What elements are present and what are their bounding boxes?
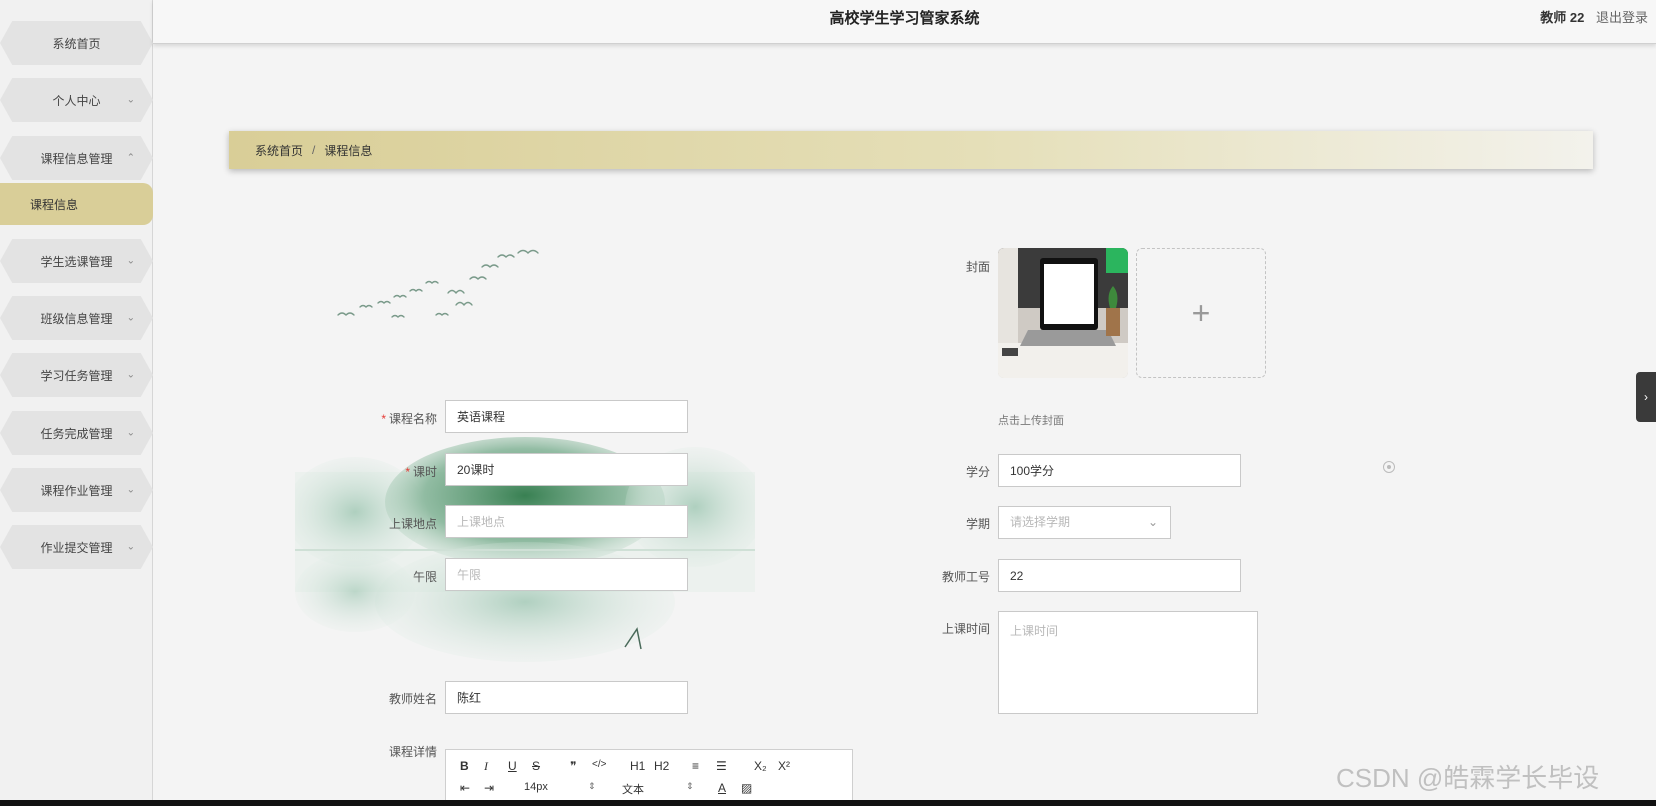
class-time-label: 上课时间 — [941, 622, 990, 636]
sidebar-item-label: 学习任务管理 — [40, 368, 113, 383]
header-style-select[interactable]: 文本 — [622, 781, 644, 797]
course-detail-label: 课程详情 — [388, 745, 437, 759]
outdent-icon[interactable]: ⇤ — [460, 781, 470, 795]
sidebar-item-label: 个人中心 — [52, 93, 101, 108]
user-area: 教师 22 退出登录 — [1540, 0, 1648, 36]
breadcrumb-current: 课程信息 — [324, 143, 373, 158]
chevron-down-icon: ⌄ — [126, 427, 135, 439]
limit-label: 午限 — [412, 570, 437, 584]
subscript-button[interactable]: X₂ — [754, 759, 767, 773]
h2-button[interactable]: H2 — [654, 759, 669, 773]
chevron-down-icon: ⌄ — [126, 94, 135, 106]
laptop-photo-icon — [998, 248, 1128, 378]
sidebar-item-label: 任务完成管理 — [40, 426, 113, 441]
required-marker: * — [405, 465, 410, 479]
user-name: 教师 22 — [1540, 10, 1585, 25]
font-size-select[interactable]: 14px — [524, 781, 548, 793]
sidebar-item-profile[interactable]: 个人中心 ⌄ — [0, 78, 153, 122]
code-button[interactable]: </> — [592, 759, 606, 770]
chevron-down-icon: ⌄ — [1147, 515, 1158, 529]
term-select[interactable]: 请选择学期 ⌄ — [998, 506, 1171, 539]
h1-button[interactable]: H1 — [630, 759, 645, 773]
sidebar-subitem-label: 课程信息 — [30, 197, 79, 212]
course-name-label: * 课程名称 — [330, 410, 437, 427]
indent-icon[interactable]: ⇥ — [484, 781, 494, 795]
term-label: 学期 — [965, 517, 990, 531]
sidebar-item-label: 课程信息管理 — [40, 151, 113, 166]
limit-input[interactable] — [445, 558, 688, 591]
underline-button[interactable]: U — [508, 759, 517, 773]
sidebar-item-class[interactable]: 班级信息管理 ⌄ — [0, 296, 153, 340]
clear-icon[interactable] — [1383, 461, 1395, 473]
teacher-name-input[interactable] — [445, 681, 688, 714]
chevron-right-icon: › — [1644, 390, 1648, 404]
teacher-name-label: 教师姓名 — [388, 692, 437, 706]
sidebar: 系统首页 个人中心 ⌄ 课程信息管理 ⌃ 课程信息 学生选课管理 ⌄ 班级信息管理 ⌄ … — [0, 0, 153, 800]
required-marker: * — [381, 412, 386, 426]
course-name-label-text: 课程名称 — [388, 412, 437, 426]
breadcrumb-home[interactable]: 系统首页 — [255, 142, 303, 159]
hours-label: * 课时 — [330, 463, 437, 480]
background-color-icon[interactable]: ▨ — [741, 781, 752, 795]
location-input[interactable] — [445, 505, 688, 538]
hours-label-text: 课时 — [412, 465, 437, 479]
sidebar-item-selection[interactable]: 学生选课管理 ⌄ — [0, 239, 153, 283]
logout-link[interactable]: 退出登录 — [1596, 10, 1648, 25]
sidebar-item-label: 学生选课管理 — [40, 254, 113, 269]
sidebar-item-homework[interactable]: 课程作业管理 ⌄ — [0, 468, 153, 512]
side-expand-tab[interactable]: › — [1636, 372, 1656, 422]
breadcrumb: 系统首页 / 课程信息 — [229, 131, 1593, 169]
chevron-down-icon: ⌄ — [126, 484, 135, 496]
font-color-icon[interactable]: A — [718, 781, 726, 795]
sidebar-item-home[interactable]: 系统首页 — [0, 21, 153, 65]
sidebar-item-label: 班级信息管理 — [40, 311, 113, 326]
cover-image[interactable] — [998, 248, 1128, 378]
location-label: 上课地点 — [388, 517, 437, 531]
stepper-arrows-icon: ⇕ — [686, 781, 694, 791]
class-time-textarea[interactable] — [998, 611, 1258, 714]
chevron-down-icon: ⌄ — [126, 541, 135, 553]
sidebar-item-label: 课程作业管理 — [40, 483, 113, 498]
term-placeholder: 请选择学期 — [1010, 515, 1071, 529]
credit-input[interactable] — [998, 454, 1241, 487]
ordered-list-button[interactable]: ≡ — [692, 759, 699, 773]
stepper-arrows-icon: ⇕ — [588, 781, 596, 791]
birds-decoration — [337, 249, 539, 318]
rich-text-editor[interactable]: B I U S ❞ </> H1 H2 ≡ ☰ X₂ X² ⇤ ⇥ 14px ⇕… — [445, 749, 853, 806]
breadcrumb-separator: / — [312, 143, 316, 157]
credit-label: 学分 — [965, 465, 990, 479]
top-header: 高校学生学习管家系统 教师 22 退出登录 — [153, 0, 1656, 44]
chevron-up-icon: ⌃ — [126, 152, 135, 164]
strike-button[interactable]: S — [532, 759, 540, 773]
upload-button[interactable]: + — [1136, 248, 1266, 378]
sidebar-item-task[interactable]: 学习任务管理 ⌄ — [0, 353, 153, 397]
italic-button[interactable]: I — [484, 759, 488, 774]
bottom-bar — [0, 800, 1656, 806]
watermark: CSDN @皓霖学长毕设 — [1336, 763, 1600, 793]
hours-input[interactable] — [445, 453, 688, 486]
sidebar-item-task-done[interactable]: 任务完成管理 ⌄ — [0, 411, 153, 455]
upload-tip: 点击上传封面 — [998, 415, 1064, 427]
quote-button[interactable]: ❞ — [570, 759, 576, 773]
teacher-no-input[interactable] — [998, 559, 1241, 592]
chevron-down-icon: ⌄ — [126, 312, 135, 324]
chevron-down-icon: ⌄ — [126, 369, 135, 381]
bold-button[interactable]: B — [460, 759, 469, 773]
sidebar-item-label: 作业提交管理 — [40, 540, 113, 555]
superscript-button[interactable]: X² — [778, 759, 790, 773]
app-title: 高校学生学习管家系统 — [829, 10, 980, 27]
teacher-no-label: 教师工号 — [941, 570, 990, 584]
bullet-list-button[interactable]: ☰ — [716, 759, 727, 773]
sidebar-item-submission[interactable]: 作业提交管理 ⌄ — [0, 525, 153, 569]
chevron-down-icon: ⌄ — [126, 255, 135, 267]
sidebar-item-label: 系统首页 — [52, 36, 101, 51]
sidebar-item-course-info[interactable]: 课程信息管理 ⌃ — [0, 136, 153, 180]
cover-label: 封面 — [965, 260, 990, 274]
course-name-input[interactable] — [445, 400, 688, 433]
sidebar-subitem-course-info[interactable]: 课程信息 — [0, 183, 153, 225]
